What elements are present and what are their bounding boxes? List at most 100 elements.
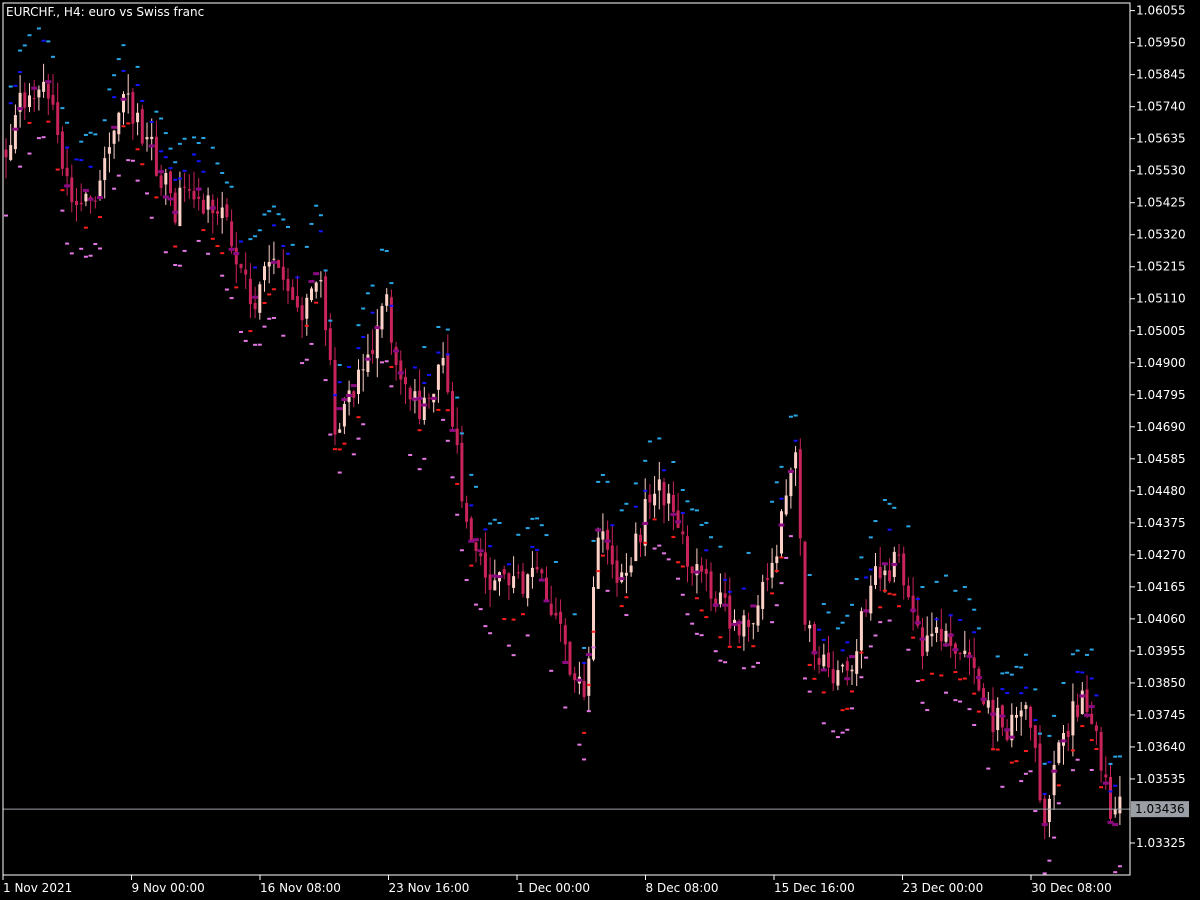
y-tick-label: 1.05950 (1136, 36, 1186, 50)
candle-body (42, 81, 46, 92)
marker-mid (736, 621, 743, 625)
candle-body (310, 288, 313, 301)
candle-body (770, 562, 774, 578)
marker-upper-band (1005, 671, 1010, 674)
marker-lower-band (699, 634, 704, 637)
marker-upper-inner (318, 230, 323, 233)
candle-body (573, 673, 577, 681)
marker-lower-band (788, 535, 793, 538)
marker-upper-band (290, 243, 295, 246)
marker-lower-band (506, 644, 511, 647)
marker-lower-inner (389, 366, 394, 369)
marker-lower-band (680, 593, 685, 596)
marker-upper-band (257, 229, 262, 232)
marker-upper-inner (680, 511, 685, 514)
marker-lower-inner (521, 613, 525, 616)
marker-mid (881, 562, 888, 566)
y-tick-label: 1.04270 (1136, 548, 1186, 562)
marker-lower-inner (83, 226, 88, 229)
candle-body (906, 585, 910, 598)
marker-upper-band (934, 580, 939, 583)
candle-body (1099, 731, 1103, 771)
x-tick-label: 9 Nov 00:00 (132, 881, 205, 895)
marker-lower-inner (27, 121, 32, 124)
marker-upper-band (1019, 666, 1024, 669)
marker-lower-inner (46, 120, 51, 123)
marker-upper-band (248, 238, 253, 241)
marker-lower-inner (600, 554, 605, 557)
marker-lower-inner (737, 646, 742, 649)
marker-lower-inner (586, 683, 591, 686)
marker-upper-band (229, 185, 234, 188)
candle-body (263, 266, 266, 281)
marker-lower-band (389, 385, 394, 388)
candle-body (375, 325, 379, 359)
y-tick-label: 1.03325 (1136, 836, 1186, 850)
marker-mid (496, 575, 503, 579)
marker-lower-band (309, 342, 314, 345)
marker-upper-band (1108, 762, 1113, 765)
candle-body (23, 92, 27, 108)
marker-upper-inner (483, 528, 488, 531)
candle-body (455, 428, 459, 446)
marker-lower-inner (262, 301, 267, 304)
marker-mid (642, 521, 649, 525)
marker-upper-band (168, 147, 173, 150)
candle-body (921, 627, 924, 657)
marker-upper-inner (1000, 688, 1005, 691)
marker-lower-band (206, 252, 211, 255)
y-tick-label: 1.05425 (1136, 196, 1186, 210)
candle-body (775, 556, 779, 564)
marker-lower-band (445, 439, 450, 442)
marker-lower-band (351, 453, 356, 456)
candle-body (178, 187, 182, 227)
candle-body (295, 296, 299, 308)
marker-upper-band (835, 627, 840, 630)
candle-body (145, 137, 149, 140)
marker-upper-band (671, 460, 676, 463)
candle-body (154, 136, 158, 176)
x-tick-label: 23 Nov 16:00 (389, 881, 470, 895)
marker-lower-band (770, 621, 775, 624)
marker-upper-band (459, 432, 464, 435)
marker-mid (778, 523, 785, 527)
marker-lower-band (27, 152, 32, 155)
marker-mid (120, 97, 127, 101)
marker-lower-band (1075, 758, 1080, 761)
marker-upper-inner (864, 576, 869, 579)
candle-body (897, 554, 901, 556)
marker-lower-band (4, 214, 8, 217)
marker-lower-band (723, 661, 728, 664)
marker-lower-band (361, 423, 366, 426)
candle-body (507, 573, 511, 586)
marker-mid (1084, 713, 1090, 717)
marker-lower-band (478, 608, 483, 611)
marker-upper-band (356, 324, 361, 327)
candle-body (761, 581, 765, 609)
marker-lower-band (1000, 785, 1005, 788)
marker-upper-band (445, 328, 450, 331)
marker-upper-inner (8, 102, 13, 105)
marker-lower-band (784, 556, 789, 559)
marker-mid (148, 144, 155, 148)
candle-body (521, 571, 525, 594)
marker-lower-band (1089, 768, 1094, 771)
candle-body (944, 630, 948, 642)
candle-body (84, 193, 88, 202)
marker-mid (82, 188, 89, 192)
candle-body (441, 357, 445, 366)
marker-mid (1102, 781, 1109, 785)
candle-body (794, 452, 798, 469)
marker-lower-band (220, 274, 225, 277)
y-tick-label: 1.05635 (1136, 132, 1186, 146)
marker-upper-band (361, 307, 366, 310)
marker-upper-band (79, 140, 84, 143)
marker-upper-band (972, 608, 977, 611)
candle-body (352, 391, 356, 398)
candle-body (451, 391, 454, 427)
candle-body (169, 171, 172, 194)
marker-mid (1008, 735, 1015, 739)
candle-body (540, 569, 544, 574)
marker-upper-band (887, 502, 892, 505)
marker-lower-inner (135, 148, 140, 151)
